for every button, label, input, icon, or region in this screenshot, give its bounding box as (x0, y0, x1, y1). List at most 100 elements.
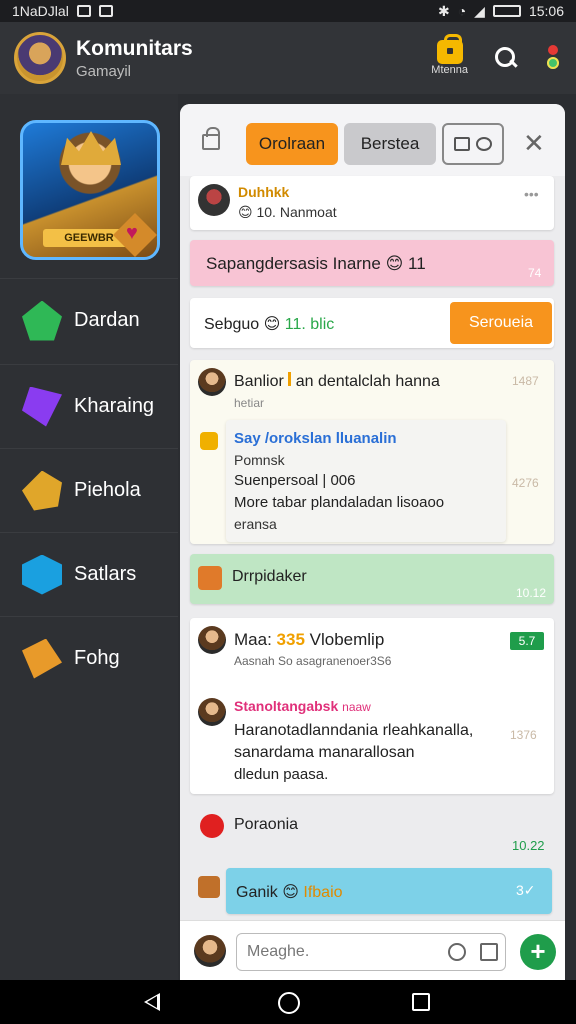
purple-gem-icon (22, 386, 62, 427)
send-button[interactable]: + (520, 934, 556, 970)
community-avatar[interactable] (14, 32, 66, 84)
sender-name: Duhhkk (238, 184, 290, 200)
message-card[interactable]: Sapangdersasis Inarne 😊 11 74 (190, 240, 554, 286)
red-dot-icon (200, 814, 224, 838)
message-time: 4276 (512, 476, 539, 490)
sidebar-item-label: Dardan (74, 309, 140, 331)
bluetooth-icon: ✱ (437, 2, 450, 19)
quoted-line: eransa (234, 516, 277, 532)
count-badge: 5.7 (510, 632, 544, 650)
message-time: 10.12 (516, 586, 547, 600)
edit-icon (454, 137, 470, 151)
avatar (198, 184, 230, 216)
read-count: 3✓ (516, 882, 536, 898)
avatar (198, 698, 226, 726)
message-card[interactable]: Drrpidaker 10.12 (190, 554, 554, 604)
more-icon[interactable]: ••• (524, 186, 539, 202)
game-icon (198, 566, 222, 590)
sidebar-item-label: Kharaing (74, 395, 155, 417)
shopping-bag-icon (436, 34, 463, 64)
sidebar-item-label: Piehola (74, 479, 141, 501)
message-title: Maa: 335 Vlobemlip (234, 630, 385, 649)
message-card[interactable]: Maa: 335 Vlobemlip 5.7 Aasnah So asagran… (190, 618, 554, 794)
sidebar-item-piehola[interactable]: Piehola (0, 448, 178, 532)
app-title: Komunitars (76, 36, 193, 60)
smile-icon: 😊 (385, 254, 404, 273)
action-button[interactable]: Seroueia (450, 302, 552, 344)
shop-label: Mtenna (431, 64, 468, 76)
hero-avatar[interactable]: GEEWBR (20, 120, 160, 260)
smile-icon: 😊 (238, 204, 257, 220)
sidebar-item-label: Satlars (74, 563, 137, 585)
message-time: 1376 (510, 728, 537, 742)
message-time: 1487 (512, 374, 539, 388)
sidebar-item-satlars[interactable]: Satlars (0, 532, 178, 616)
avatar (198, 368, 226, 396)
message-sub: Aasnah So asagranenoer3S6 (234, 654, 392, 668)
tab-berstea[interactable]: Berstea (344, 123, 436, 165)
home-icon[interactable] (278, 992, 300, 1014)
message-text: Sapangdersasis Inarne 😊 11 (206, 254, 426, 273)
close-icon[interactable]: ✕ (523, 130, 545, 156)
gallery-icon (76, 5, 91, 17)
check-icon: ✓ (523, 882, 536, 898)
my-avatar (194, 935, 226, 967)
message-time: 74 (528, 266, 542, 280)
message-time: 10.22 (512, 838, 545, 853)
app-subtitle: Gamayil (76, 62, 132, 80)
green-gem-icon (22, 300, 62, 341)
game-icon (198, 876, 220, 898)
message-card[interactable]: Ganik 😊 Ifbaio 3✓ (226, 868, 552, 914)
sender-name: Stanoltangabsk naaw (234, 698, 371, 714)
back-icon[interactable] (144, 993, 160, 1011)
message-card[interactable]: Duhhkk 😊 10. Nanmoat ••• (190, 176, 554, 230)
status-bar: 1NaDJlal ✱ ◔ ◢ 15:06 (0, 0, 576, 22)
clock: 15:06 (528, 3, 564, 19)
shop-button[interactable]: Mtenna (431, 34, 468, 76)
message-text: 😊 10. Nanmoat (238, 204, 337, 220)
sidebar: GEEWBR Dardan Kharaing Piehola Satlars F… (0, 94, 178, 980)
sidebar-item-fohg[interactable]: Fohg (0, 616, 178, 700)
check-icon (200, 432, 218, 450)
sim-icon (98, 5, 113, 17)
message-text: Drrpidaker (232, 568, 307, 585)
message-text: Sebguo 😊 11. blic (204, 316, 335, 333)
message-composer: + (180, 920, 565, 980)
message-text: Ganik 😊 Ifbaio (236, 884, 343, 901)
tab-bar: Orolraan Berstea ✕ (180, 104, 565, 176)
quoted-line: More tabar plandaladan lisoaoo (234, 494, 445, 511)
tab-orolraan[interactable]: Orolraan (246, 123, 338, 165)
message-card[interactable]: Banlior an dentalclah hanna hetiar 1487 … (190, 360, 554, 544)
message-card[interactable]: Sebguo 😊 11. blic Seroueia (190, 298, 554, 348)
chat-panel: Orolraan Berstea ✕ Duhhkk 😊 10. Nanmoat … (180, 104, 565, 980)
sidebar-item-dardan[interactable]: Dardan (0, 278, 178, 362)
recents-icon[interactable] (412, 993, 430, 1011)
app-header: Komunitars Gamayil Mtenna (0, 22, 576, 94)
emoji-icon[interactable] (448, 943, 466, 961)
wifi-icon: ◔ (457, 3, 467, 19)
battery-icon (492, 5, 521, 17)
search-icon[interactable] (494, 46, 518, 70)
message-line: sanardama manarallosan (234, 744, 415, 761)
avatar (198, 626, 226, 654)
message-title: Banlior an dentalclah hanna (234, 372, 440, 390)
lock-icon[interactable] (202, 127, 220, 150)
gold-cube-icon (22, 470, 62, 511)
sidebar-item-kharaing[interactable]: Kharaing (0, 364, 178, 448)
signal-icon: ◢ (474, 2, 485, 19)
quoted-line: Pomnsk (234, 452, 285, 468)
crown-icon (61, 131, 121, 165)
group-icon (476, 137, 492, 151)
attach-icon[interactable] (480, 943, 498, 961)
notification-icon[interactable] (544, 45, 562, 71)
cyan-gem-icon (22, 554, 62, 595)
message-sub: hetiar (234, 396, 265, 410)
quoted-message[interactable]: Say /orokslan lluanalin Pomnsk Suenperso… (226, 420, 506, 542)
quoted-line: Suenpersoal | 006 (234, 472, 356, 489)
emoji-icon: 😊 (282, 884, 299, 901)
tools-button[interactable] (442, 123, 504, 165)
carrier-label: 1NaDJlal (12, 3, 69, 19)
smile-icon: 😊 (263, 316, 281, 333)
sidebar-item-label: Fohg (74, 647, 120, 669)
message-line: Haranotadlanndania rleahkanalla, (234, 722, 474, 739)
